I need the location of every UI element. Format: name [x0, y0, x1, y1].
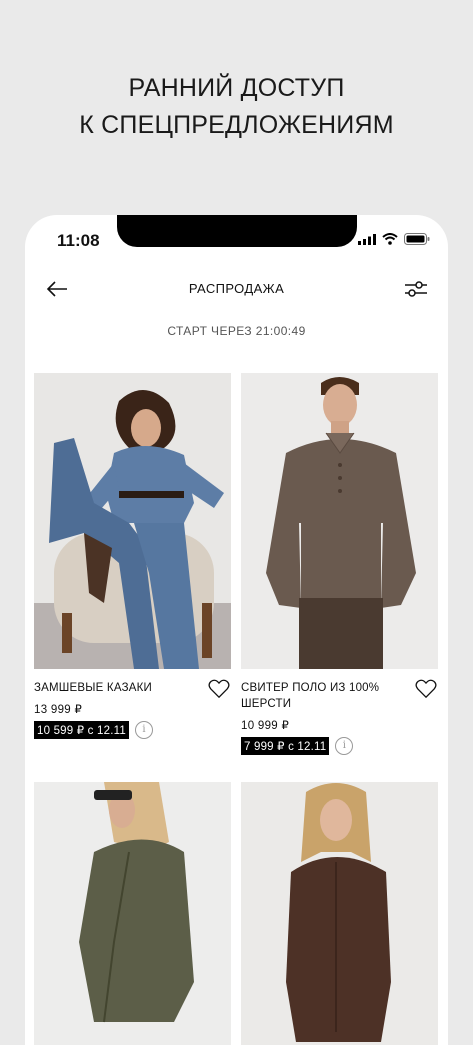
product-photo-illustration	[286, 783, 391, 1042]
product-photo-illustration	[266, 377, 416, 669]
product-name: ЗАМШЕВЫЕ КАЗАКИ	[34, 682, 152, 694]
product-image-polo-sweater[interactable]	[241, 373, 438, 669]
product-card[interactable]: СВИТЕР ПОЛО ИЗ 100% ШЕРСТИ 10 999 ₽ 7 99…	[241, 373, 438, 755]
heart-icon[interactable]	[415, 679, 437, 699]
app-header: РАСПРОДАЖА	[25, 275, 448, 303]
product-card[interactable]	[34, 782, 231, 1045]
phone-screen: 11:08 РАСПРОДАЖА СТАРТ ЧЕРЕЗ 21:00:49 ЗА…	[25, 215, 448, 1045]
page-title: РАСПРОДАЖА	[188, 281, 285, 296]
product-image-denim-model[interactable]	[34, 373, 231, 669]
product-price: 10 999 ₽	[241, 720, 290, 732]
sale-row: 10 599 ₽ с 12.11 i	[34, 721, 231, 739]
product-image-olive-blazer[interactable]	[34, 782, 231, 1045]
promo-line-1: РАННИЙ ДОСТУП	[128, 74, 345, 102]
battery-icon	[404, 233, 430, 245]
product-photo-illustration	[34, 389, 231, 669]
product-price: 13 999 ₽	[34, 704, 83, 716]
product-image-brown-knit[interactable]	[241, 782, 438, 1045]
sale-price-badge: 10 599 ₽ с 12.11	[34, 721, 129, 739]
phone-notch	[117, 215, 357, 247]
product-card[interactable]	[241, 782, 438, 1045]
sale-price-badge: 7 999 ₽ с 12.11	[241, 737, 330, 755]
product-photo-illustration	[79, 782, 194, 1023]
heart-icon[interactable]	[208, 679, 230, 699]
promo-heading: РАННИЙ ДОСТУП К СПЕЦПРЕДЛОЖЕНИЯМ	[0, 70, 473, 144]
status-time: 11:08	[57, 231, 100, 250]
wifi-icon	[382, 233, 398, 245]
product-card[interactable]: ЗАМШЕВЫЕ КАЗАКИ 13 999 ₽ 10 599 ₽ с 12.1…	[34, 373, 231, 739]
status-icons	[358, 233, 430, 245]
product-name: СВИТЕР ПОЛО ИЗ 100% ШЕРСТИ	[241, 682, 380, 710]
sale-countdown: СТАРТ ЧЕРЕЗ 21:00:49	[167, 324, 306, 338]
signal-icon	[358, 233, 376, 245]
sale-row: 7 999 ₽ с 12.11 i	[241, 737, 438, 755]
filter-sliders-icon[interactable]	[404, 278, 428, 300]
info-icon[interactable]: i	[134, 721, 153, 739]
promo-line-2: К СПЕЦПРЕДЛОЖЕНИЯМ	[79, 111, 394, 139]
info-icon[interactable]: i	[335, 737, 354, 755]
